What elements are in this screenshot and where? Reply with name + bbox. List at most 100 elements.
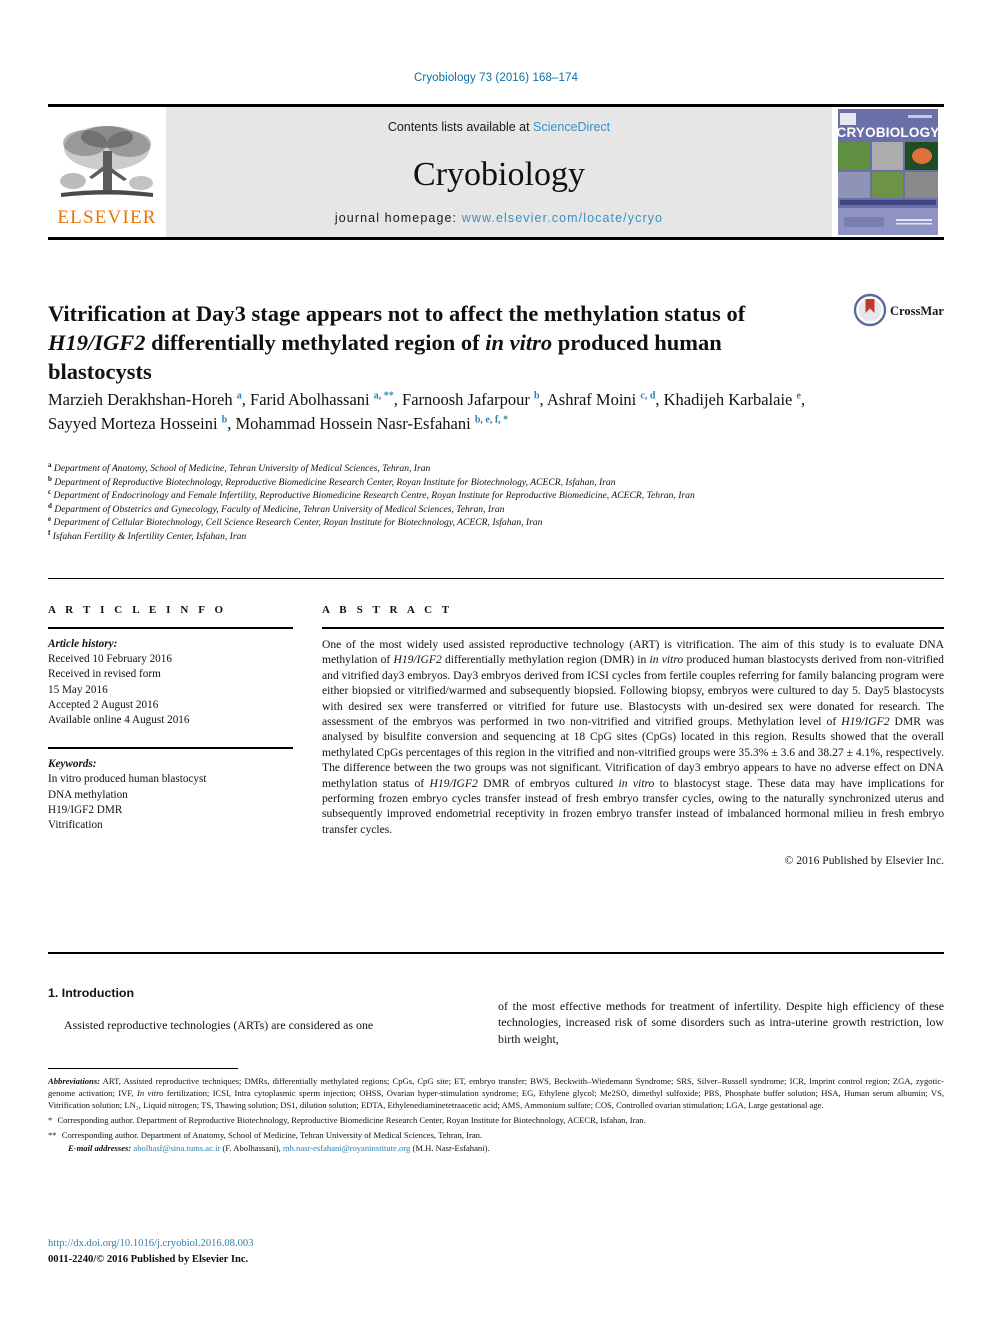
article-page: Cryobiology 73 (2016) 168–174 ELSEVIER C… [0,0,992,1323]
author-sep: , [655,390,664,409]
author-sep: , [241,390,251,409]
footnote-divider [48,1068,238,1069]
section-divider-bottom [48,952,944,954]
abstract-italic-3: H19/IGF2 [841,715,890,729]
affiliation-mark: e [48,515,52,524]
elsevier-tree-icon [60,126,153,197]
author-item: Mohammad Hossein Nasr-Esfahani b, e, f, … [235,414,508,433]
affiliation-item: f Isfahan Fertility & Infertility Center… [48,529,928,544]
journal-reference: Cryobiology 73 (2016) 168–174 [413,72,578,84]
introduction-paragraph-left: Assisted reproductive technologies (ARTs… [64,1018,374,1032]
email-addresses-label: E-mail addresses: [68,1142,132,1153]
abbreviations-italic: In vitro [136,1087,164,1098]
journal-cover-wrap: CRYOBIOLOGY [832,107,944,237]
affiliation-mark: c [48,488,52,496]
author-name: Marzieh Derakhshan-Horeh [48,390,233,409]
affiliation-mark: d [48,501,52,510]
author-name: Mohammad Hossein Nasr-Esfahani [235,413,471,433]
keywords-block: Keywords: In vitro produced human blasto… [48,757,293,833]
crossmark-icon: CrossMark [853,293,944,327]
introduction-paragraph-right: of the most effective methods for treatm… [498,998,944,1047]
history-item: 15 May 2016 [48,683,108,696]
history-item: Received 10 February 2016 [48,653,172,666]
abstract-italic-1: H19/IGF2 [393,653,442,667]
abstract-text: One of the most widely used assisted rep… [322,637,944,837]
author-item: Khadijeh Karbalaie e, [664,390,805,409]
doi-link[interactable]: http://dx.doi.org/10.1016/j.cryobiol.201… [48,1238,254,1249]
author-sep: , [393,390,403,409]
masthead-center: Contents lists available at ScienceDirec… [166,107,832,237]
article-info-rule [48,627,293,629]
affiliation-text: Department of Endocrinology and Female I… [53,490,695,502]
author-name: Farnoosh Jafarpour [402,390,530,409]
corresponding-author-note-2: ** Corresponding author. Department of A… [48,1130,944,1142]
body-column-left: 1. Introduction Assisted reproductive te… [48,986,452,1045]
affiliation-item: a Department of Anatomy, School of Medic… [48,460,928,476]
author-item: Farnoosh Jafarpour b, [402,390,547,409]
title-part-1: Vitrification at Day3 stage appears not … [48,301,746,327]
author-item: Farid Abolhassani a, **, [250,390,402,409]
affiliation-text: Department of Obstetrics and Gynecology,… [54,503,505,515]
footnote-block: Abbreviations: ART, Assisted reproductiv… [48,1076,944,1154]
author-affil-marks: a, ** [373,390,394,402]
affiliation-item: d Department of Obstetrics and Gynecolog… [48,501,928,517]
author-name: Sayyed Morteza Hosseini [48,413,218,433]
keyword-item: Vitrification [48,819,103,832]
abstract-rule [322,627,944,629]
issn-copyright: 0011-2240/© 2016 Published by Elsevier I… [48,1254,249,1265]
homepage-url[interactable]: www.elsevier.com/locate/ycryo [462,211,663,225]
affiliation-mark: a [48,460,52,469]
keyword-item: H19/IGF2 DMR [48,803,123,816]
svg-text:CRYOBIOLOGY: CRYOBIOLOGY [838,125,938,140]
author-affil-marks: b, e, f, * [474,414,509,425]
title-part-2: differentially methylated region of [145,330,486,356]
introduction-heading: 1. Introduction [48,986,135,1000]
history-item: Available online 4 August 2016 [48,714,190,727]
author-item: Ashraf Moini c, d, [547,390,664,409]
sciencedirect-link[interactable]: ScienceDirect [533,120,610,134]
abstract-italic-2: in vitro [649,653,684,667]
abstract-column: A B S T R A C T One of the most widely u… [322,604,944,867]
email-owner-2: (M.H. Nasr-Esfahani). [410,1142,490,1153]
keywords-label: Keywords: [48,758,97,771]
email-owner-1: (F. Abolhassani), [220,1142,283,1153]
journal-masthead: ELSEVIER Contents lists available at Sci… [48,104,944,240]
author-affil-marks: c, d [640,390,656,402]
email-link-1[interactable]: abolhasf@sina.tums.ac.ir [133,1143,220,1153]
contents-prefix: Contents lists available at [387,120,534,134]
body-column-right: of the most effective methods for treatm… [498,986,944,1060]
article-info-rule-2 [48,747,293,750]
corresponding-author-note-1: * Corresponding author. Department of Re… [48,1115,944,1127]
section-divider-top [48,578,944,579]
affiliation-text: Department of Reproductive Biotechnology… [54,476,616,488]
article-info-heading: A R T I C L E I N F O [48,604,227,616]
affiliation-text: Department of Cellular Biotechnology, Ce… [53,517,543,529]
corresponding-star-2: ** [48,1129,57,1140]
article-history-block: Article history: Received 10 February 20… [48,637,293,728]
affiliation-text: Department of Anatomy, School of Medicin… [53,463,431,474]
article-history-label: Article history: [48,638,118,650]
homepage-label: journal homepage: [334,211,462,225]
author-sep: , [539,390,547,409]
email-addresses-line: E-mail addresses: abolhasf@sina.tums.ac.… [48,1143,944,1155]
abstract-italic-5: in vitro [618,776,655,790]
svg-text:CrossMark: CrossMark [890,304,944,318]
elsevier-logo: ELSEVIER [48,107,166,237]
keyword-item: In vitro produced human blastocyst [48,773,207,786]
abstract-italic-4: H19/IGF2 [429,776,478,790]
abbreviations-note: Abbreviations: ART, Assisted reproductiv… [48,1076,944,1112]
affiliation-item: c Department of Endocrinology and Female… [48,489,928,503]
contents-available-line: Contents lists available at ScienceDirec… [388,120,610,134]
author-list: Marzieh Derakhshan-Horeh a, Farid Abolha… [48,388,828,435]
abstract-part-2: differentially methylation region (DMR) … [441,653,650,667]
abbreviations-label: Abbreviations: [48,1076,101,1086]
affiliation-item: b Department of Reproductive Biotechnolo… [48,475,928,490]
abstract-copyright: © 2016 Published by Elsevier Inc. [784,854,944,868]
affiliation-item: e Department of Cellular Biotechnology, … [48,516,928,530]
email-link-2[interactable]: mh.nasr-esfahani@royaninstitute.org [283,1143,410,1153]
crossmark-badge[interactable]: CrossMark [852,288,944,336]
author-sep: , [800,390,806,409]
article-info-column: A R T I C L E I N F O Article history: R… [48,604,293,833]
history-item: Accepted 2 August 2016 [48,698,159,711]
page-title: Vitrification at Day3 stage appears not … [48,299,828,386]
